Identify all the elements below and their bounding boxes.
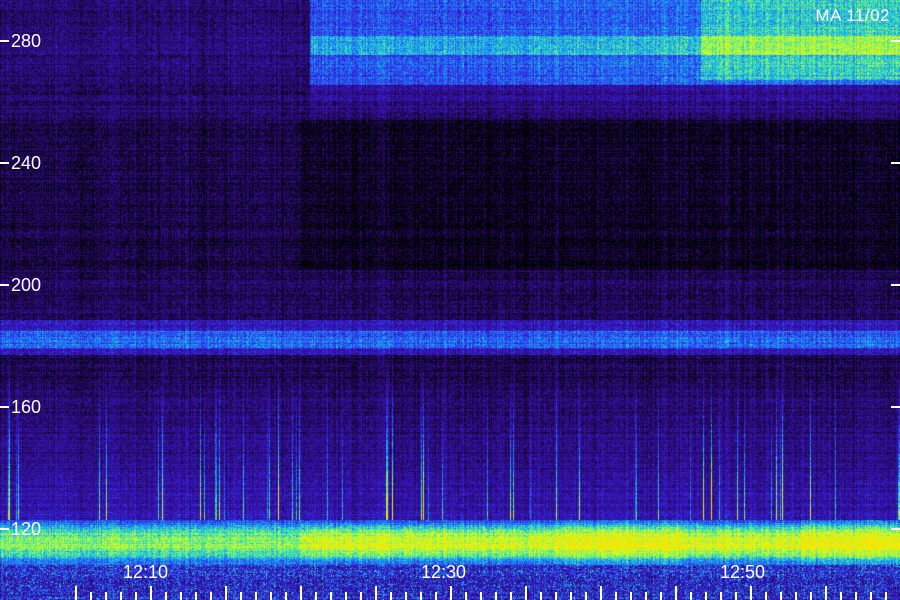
x-tick: [735, 592, 737, 600]
x-tick: [360, 592, 362, 600]
y-label-240: 240: [11, 153, 42, 173]
y-label-160: 160: [11, 397, 42, 417]
x-tick: [420, 592, 422, 600]
x-tick: [525, 586, 527, 600]
x-tick: [825, 586, 827, 600]
y-label-200: 200: [11, 275, 42, 295]
x-tick: [390, 592, 392, 600]
x-tick: [570, 592, 572, 600]
x-tick: [495, 592, 497, 600]
x-tick: [345, 592, 347, 600]
spectrogram-image: [0, 0, 900, 600]
y-tick-right-160: [891, 406, 900, 408]
x-tick: [180, 592, 182, 600]
y-tick-left-280: [0, 40, 9, 42]
x-tick: [285, 592, 287, 600]
x-tick: [165, 592, 167, 600]
x-tick: [210, 592, 212, 600]
x-tick: [225, 586, 227, 600]
x-tick: [90, 592, 92, 600]
y-tick-right-200: [891, 284, 900, 286]
y-tick-left-160: [0, 406, 9, 408]
x-tick: [375, 586, 377, 600]
x-tick: [870, 592, 872, 600]
x-tick: [135, 592, 137, 600]
x-tick: [630, 592, 632, 600]
x-tick: [540, 592, 542, 600]
x-tick: [750, 586, 752, 600]
x-tick: [450, 586, 452, 600]
x-tick: [240, 592, 242, 600]
x-tick: [435, 592, 437, 600]
x-label-1230: 12:30: [421, 562, 467, 582]
y-label-280: 280: [11, 31, 42, 51]
x-tick: [885, 592, 887, 600]
y-tick-right-240: [891, 162, 900, 164]
x-tick: [855, 592, 857, 600]
x-tick: [720, 592, 722, 600]
x-tick: [255, 592, 257, 600]
x-tick: [120, 592, 122, 600]
x-tick: [840, 592, 842, 600]
x-tick: [780, 592, 782, 600]
x-tick: [555, 592, 557, 600]
station-label: MA 11/02: [815, 6, 890, 25]
x-tick: [270, 592, 272, 600]
x-tick: [315, 592, 317, 600]
x-tick: [75, 586, 77, 600]
x-tick: [795, 592, 797, 600]
y-label-120: 120: [11, 519, 42, 539]
x-tick: [705, 592, 707, 600]
y-tick-right-120: [891, 528, 900, 530]
x-tick: [615, 592, 617, 600]
x-tick: [675, 586, 677, 600]
x-tick: [465, 592, 467, 600]
x-tick: [660, 592, 662, 600]
x-tick: [480, 592, 482, 600]
y-tick-left-200: [0, 284, 9, 286]
x-tick: [810, 592, 812, 600]
x-tick: [510, 592, 512, 600]
y-tick-right-280: [891, 40, 900, 42]
x-tick: [330, 592, 332, 600]
x-tick: [150, 586, 152, 600]
y-tick-left-120: [0, 528, 9, 530]
y-tick-left-240: [0, 162, 9, 164]
x-tick: [300, 586, 302, 600]
x-tick: [585, 592, 587, 600]
x-tick: [645, 592, 647, 600]
x-label-1250: 12:50: [720, 562, 766, 582]
x-tick: [600, 586, 602, 600]
x-tick: [765, 592, 767, 600]
x-tick: [690, 592, 692, 600]
x-tick: [195, 592, 197, 600]
x-tick: [105, 592, 107, 600]
x-label-1210: 12:10: [123, 562, 169, 582]
x-tick: [405, 592, 407, 600]
